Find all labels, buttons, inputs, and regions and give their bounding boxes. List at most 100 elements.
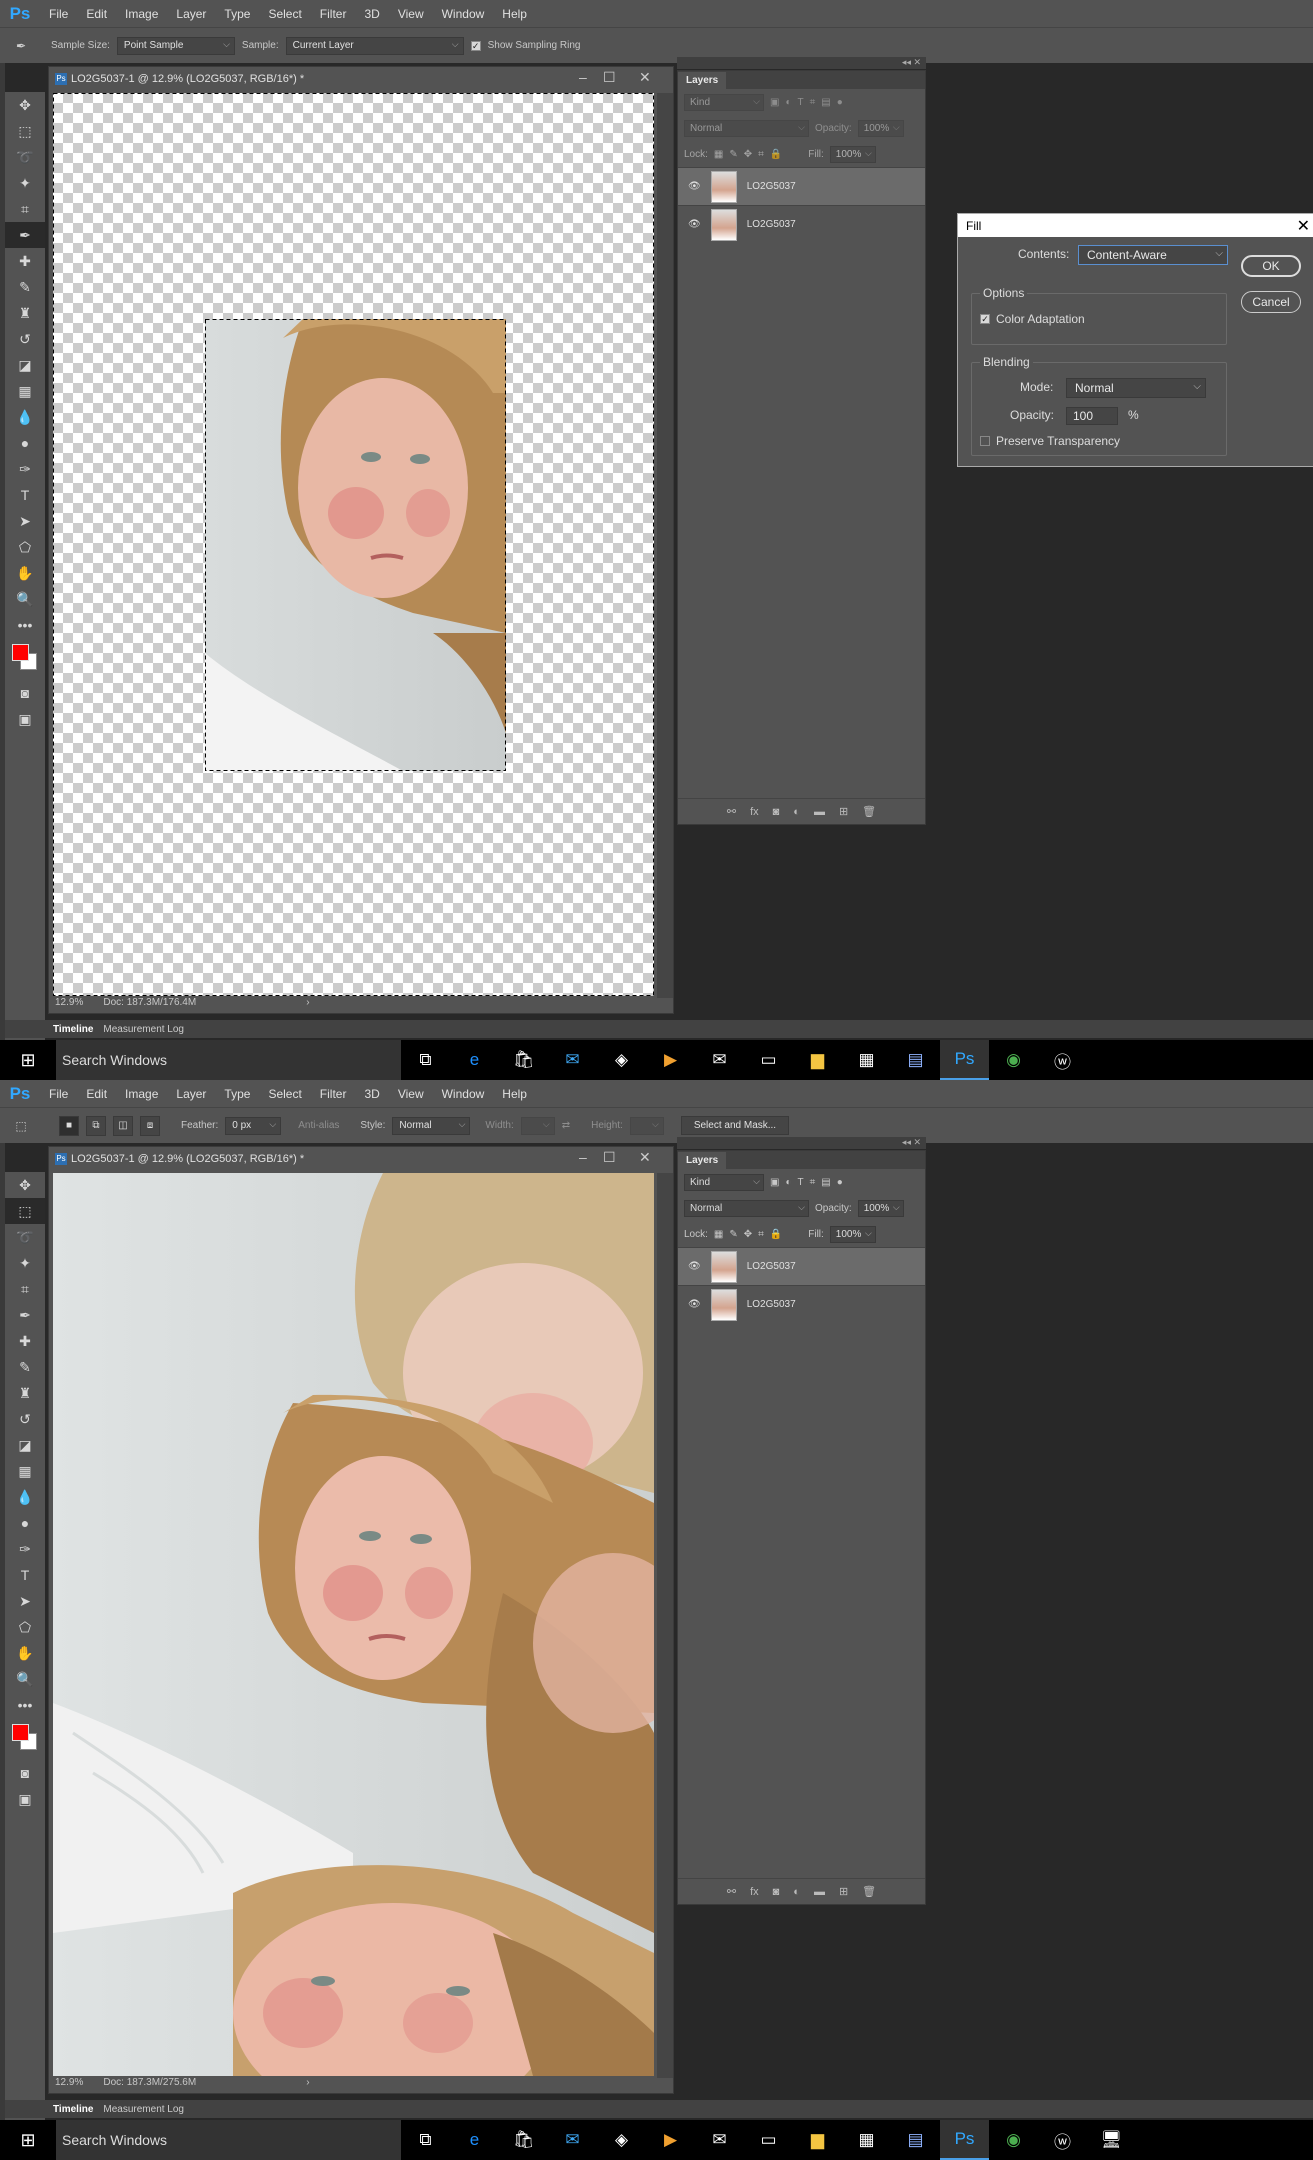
gradient-tool-icon[interactable]: ▦ — [5, 1458, 45, 1484]
fx-icon[interactable]: fx — [750, 1886, 759, 1898]
quick-mask-icon[interactable]: ◙ — [5, 680, 45, 706]
trash-icon[interactable]: 🗑 — [862, 1885, 876, 1898]
lock-artboard-icon[interactable]: ⌗ — [758, 1229, 764, 1240]
history-brush-icon[interactable]: ↺ — [5, 1406, 45, 1432]
chrome-icon[interactable]: ◉ — [989, 2120, 1038, 2160]
dialog-close-icon[interactable]: ✕ — [1297, 216, 1310, 236]
magic-wand-icon[interactable]: ✦ — [5, 170, 45, 196]
edge-icon[interactable]: e — [450, 1040, 499, 1080]
menu-help[interactable]: Help — [493, 1087, 536, 1101]
marquee-tool-icon[interactable]: ⬚ — [5, 1198, 45, 1224]
lock-all-icon[interactable]: 🔒 — [770, 1229, 782, 1240]
eyedropper-tool-preset-icon[interactable]: ✒ — [10, 36, 32, 56]
contents-select[interactable]: Content-Aware — [1078, 245, 1228, 265]
blend-mode-select[interactable]: Normal — [684, 119, 809, 137]
type-tool-icon[interactable]: T — [5, 1562, 45, 1588]
layers-tab[interactable]: Layers — [678, 1151, 925, 1169]
notes-icon[interactable]: ▤ — [891, 2120, 940, 2160]
layer-kind-select[interactable]: Kind — [684, 1173, 764, 1191]
notes-icon[interactable]: ▤ — [891, 1040, 940, 1080]
eraser-tool-icon[interactable]: ◪ — [5, 352, 45, 378]
type-tool-icon[interactable]: T — [5, 482, 45, 508]
filter-type-icon[interactable]: T — [798, 1177, 804, 1188]
dodge-tool-icon[interactable]: ● — [5, 430, 45, 456]
opacity-input[interactable]: 100 — [1066, 407, 1118, 425]
vertical-scrollbar[interactable] — [657, 93, 673, 998]
mask-icon[interactable]: ◙ — [773, 806, 780, 818]
canvas[interactable] — [53, 93, 654, 996]
menu-select[interactable]: Select — [259, 7, 310, 21]
menu-filter[interactable]: Filter — [311, 1087, 356, 1101]
chrome-icon[interactable]: ◉ — [989, 1040, 1038, 1080]
filter-smart-icon[interactable]: ▤ — [821, 97, 830, 108]
vertical-scrollbar[interactable] — [657, 1173, 673, 2078]
lock-position-icon[interactable]: ✥ — [744, 1229, 752, 1240]
zoom-tool-icon[interactable]: 🔍 — [5, 1666, 45, 1692]
visibility-eye-icon[interactable]: 👁 — [688, 1261, 701, 1272]
visibility-eye-icon[interactable]: 👁 — [688, 219, 701, 230]
menu-edit[interactable]: Edit — [77, 1087, 116, 1101]
visibility-eye-icon[interactable]: 👁 — [688, 1299, 701, 1310]
move-tool-icon[interactable]: ✥ — [5, 1172, 45, 1198]
photoshop-icon[interactable]: Ps — [940, 1040, 989, 1080]
edge-icon[interactable]: e — [450, 2120, 499, 2160]
menu-select[interactable]: Select — [259, 1087, 310, 1101]
path-selection-icon[interactable]: ➤ — [5, 508, 45, 534]
mask-icon[interactable]: ◙ — [773, 1886, 780, 1898]
eraser-tool-icon[interactable]: ◪ — [5, 1432, 45, 1458]
adjustment-icon[interactable]: ◐ — [793, 806, 800, 818]
canvas[interactable] — [53, 1173, 654, 2076]
store-icon[interactable]: 🛍 — [499, 1040, 548, 1080]
style-select[interactable]: Normal — [392, 1116, 471, 1135]
dodge-tool-icon[interactable]: ● — [5, 1510, 45, 1536]
menu-3d[interactable]: 3D — [355, 7, 388, 21]
blur-tool-icon[interactable]: 💧 — [5, 404, 45, 430]
calculator-icon[interactable]: ▦ — [842, 2120, 891, 2160]
trash-icon[interactable]: 🗑 — [862, 805, 876, 818]
calculator-icon[interactable]: ▦ — [842, 1040, 891, 1080]
menu-layer[interactable]: Layer — [167, 7, 215, 21]
add-selection-icon[interactable]: ⧉ — [86, 1115, 106, 1136]
lasso-tool-icon[interactable]: ➰ — [5, 144, 45, 170]
crop-tool-icon[interactable]: ⌗ — [5, 196, 45, 222]
close-icon[interactable]: ✕ — [639, 1149, 651, 1166]
color-swatches[interactable] — [5, 1718, 45, 1760]
pen-tool-icon[interactable]: ✑ — [5, 456, 45, 482]
subtract-selection-icon[interactable]: ◫ — [113, 1115, 133, 1136]
eyedropper-tool-icon[interactable]: ✒ — [5, 222, 45, 248]
mode-select[interactable]: Normal — [1066, 378, 1206, 398]
mail-app-icon[interactable]: ✉ — [548, 1040, 597, 1080]
menu-image[interactable]: Image — [116, 1087, 167, 1101]
layer-row[interactable]: 👁 LO2G5037 — [678, 1247, 925, 1285]
foreground-color-swatch[interactable] — [12, 644, 29, 661]
fill-field[interactable]: 100% — [829, 1225, 876, 1243]
menu-filter[interactable]: Filter — [311, 7, 356, 21]
measurement-log-tab[interactable]: Measurement Log — [103, 2104, 184, 2115]
zoom-level[interactable]: 12.9% — [55, 2077, 83, 2088]
hand-tool-icon[interactable]: ✋ — [5, 1640, 45, 1666]
width-input[interactable] — [520, 1116, 555, 1135]
swap-icon[interactable]: ⇄ — [562, 1120, 570, 1131]
minimize-icon[interactable]: – — [579, 1149, 587, 1165]
blur-tool-icon[interactable]: 💧 — [5, 1484, 45, 1510]
file-explorer-icon[interactable]: ▆ — [793, 1040, 842, 1080]
opacity-field[interactable]: 100% — [857, 1199, 904, 1217]
close-icon[interactable]: ✕ — [639, 69, 651, 86]
preserve-transparency-checkbox[interactable] — [980, 436, 990, 446]
quick-mask-icon[interactable]: ◙ — [5, 1760, 45, 1786]
screen-mode-icon[interactable]: ▣ — [5, 1786, 45, 1812]
menu-file[interactable]: File — [40, 7, 77, 21]
group-folder-icon[interactable]: ▬ — [814, 1886, 825, 1898]
lock-brush-icon[interactable]: ✎ — [729, 1229, 737, 1240]
shape-tool-icon[interactable]: ⬠ — [5, 1614, 45, 1640]
intersect-selection-icon[interactable]: ⧈ — [140, 1115, 160, 1136]
more-tools-icon[interactable]: ••• — [5, 1692, 45, 1718]
marquee-tool-preset-icon[interactable]: ⬚ — [10, 1116, 32, 1136]
photoshop-icon[interactable]: Ps — [940, 2120, 989, 2160]
history-brush-icon[interactable]: ↺ — [5, 326, 45, 352]
filter-smart-icon[interactable]: ▤ — [821, 1177, 830, 1188]
file-explorer-icon[interactable]: ▆ — [793, 2120, 842, 2160]
panel-collapse-strip[interactable]: ◂◂ ✕ — [677, 57, 926, 69]
lock-transparent-icon[interactable]: ▦ — [714, 1229, 723, 1240]
media-player-icon[interactable]: ▶ — [646, 1040, 695, 1080]
